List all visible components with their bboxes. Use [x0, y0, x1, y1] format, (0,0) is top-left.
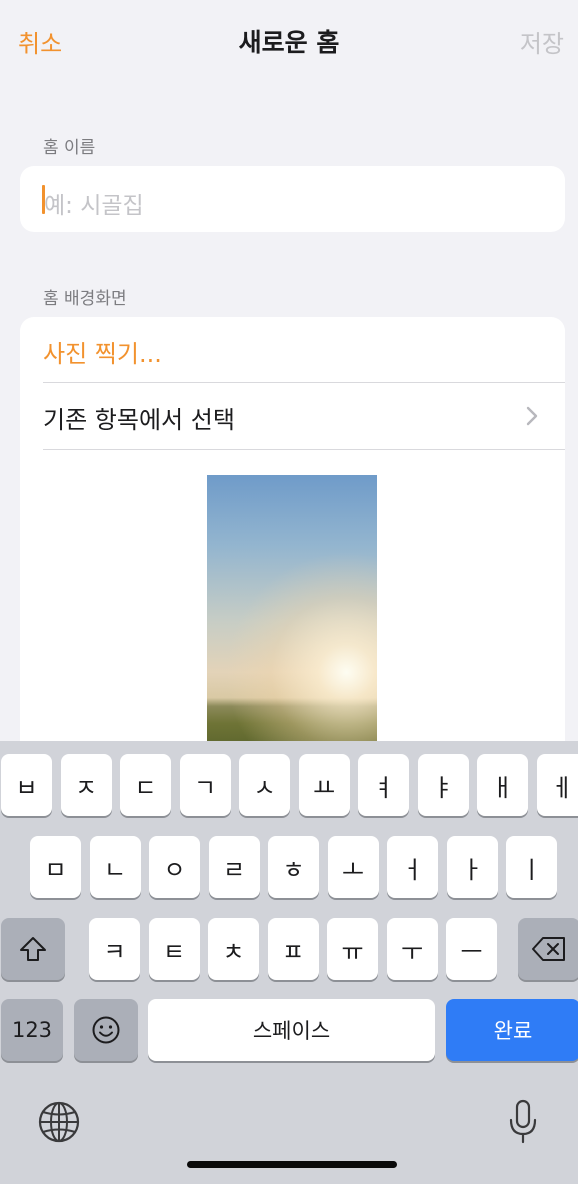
key-row3-3[interactable]: ㅊ: [208, 918, 259, 980]
shift-key[interactable]: [1, 918, 65, 980]
space-key[interactable]: 스페이스: [148, 999, 435, 1061]
wallpaper-card: 사진 찍기... 기존 항목에서 선택: [20, 317, 565, 757]
key-row3-1[interactable]: ㅋ: [89, 918, 140, 980]
shift-icon: [20, 937, 46, 961]
key-row3-7[interactable]: ㅡ: [446, 918, 497, 980]
key-row1-7[interactable]: ㅕ: [358, 754, 409, 816]
home-name-section-label: 홈 이름: [43, 138, 96, 158]
keyboard: ㅂㅈㄷㄱㅅㅛㅕㅑㅐㅔ ㅁㄴㅇㄹㅎㅗㅓㅏㅣ ㅋㅌㅊㅍㅠㅜㅡ 123 스페이스 완료: [0, 741, 578, 1184]
key-row1-5[interactable]: ㅅ: [239, 754, 290, 816]
done-key[interactable]: 완료: [446, 999, 578, 1061]
key-row2-8[interactable]: ㅏ: [446, 836, 498, 898]
choose-existing-row[interactable]: 기존 항목에서 선택: [20, 383, 565, 449]
key-row3-6[interactable]: ㅜ: [386, 918, 438, 980]
key-row1-6[interactable]: ㅛ: [298, 754, 350, 816]
key-row1-4[interactable]: ㄱ: [179, 754, 231, 816]
key-row2-7[interactable]: ㅓ: [387, 836, 438, 898]
delete-icon: [532, 937, 565, 961]
key-row1-2[interactable]: ㅈ: [60, 754, 112, 816]
save-button[interactable]: 저장: [520, 24, 564, 59]
key-row3-2[interactable]: ㅌ: [148, 918, 200, 980]
microphone-key[interactable]: [503, 1097, 543, 1147]
key-row2-5[interactable]: ㅎ: [268, 836, 319, 898]
text-cursor: [42, 185, 45, 214]
home-indicator: [187, 1161, 397, 1168]
home-name-field[interactable]: 예: 시골집: [20, 166, 565, 232]
key-row1-9[interactable]: ㅐ: [477, 754, 528, 816]
page-title: 새로운 홈: [238, 28, 340, 57]
home-name-placeholder: 예: 시골집: [44, 193, 144, 219]
key-row1-10[interactable]: ㅔ: [536, 754, 578, 816]
key-row1-8[interactable]: ㅑ: [417, 754, 469, 816]
take-photo-label: 사진 찍기...: [43, 340, 162, 368]
chevron-right-icon: [526, 406, 538, 426]
numbers-key[interactable]: 123: [1, 999, 63, 1061]
key-row2-3[interactable]: ㅇ: [149, 836, 200, 898]
key-row2-9[interactable]: ㅣ: [506, 836, 557, 898]
key-row2-1[interactable]: ㅁ: [30, 836, 81, 898]
wallpaper-preview-image[interactable]: [207, 475, 377, 757]
wallpaper-section-label: 홈 배경화면: [43, 289, 127, 309]
key-row2-2[interactable]: ㄴ: [89, 836, 141, 898]
key-row1-1[interactable]: ㅂ: [1, 754, 52, 816]
key-row3-5[interactable]: ㅠ: [327, 918, 378, 980]
take-photo-row[interactable]: 사진 찍기...: [20, 317, 565, 383]
key-row2-4[interactable]: ㄹ: [208, 836, 260, 898]
key-row3-4[interactable]: ㅍ: [267, 918, 319, 980]
emoji-icon: [92, 1016, 120, 1044]
delete-key[interactable]: [518, 918, 578, 980]
globe-icon: [38, 1101, 80, 1143]
microphone-icon: [509, 1099, 537, 1144]
key-row1-3[interactable]: ㄷ: [120, 754, 171, 816]
globe-key[interactable]: [36, 1099, 82, 1145]
navigation-bar: 취소 새로운 홈 저장: [0, 0, 578, 80]
emoji-key[interactable]: [74, 999, 138, 1061]
key-row2-6[interactable]: ㅗ: [327, 836, 379, 898]
divider: [43, 449, 565, 450]
choose-existing-label: 기존 항목에서 선택: [43, 406, 235, 434]
